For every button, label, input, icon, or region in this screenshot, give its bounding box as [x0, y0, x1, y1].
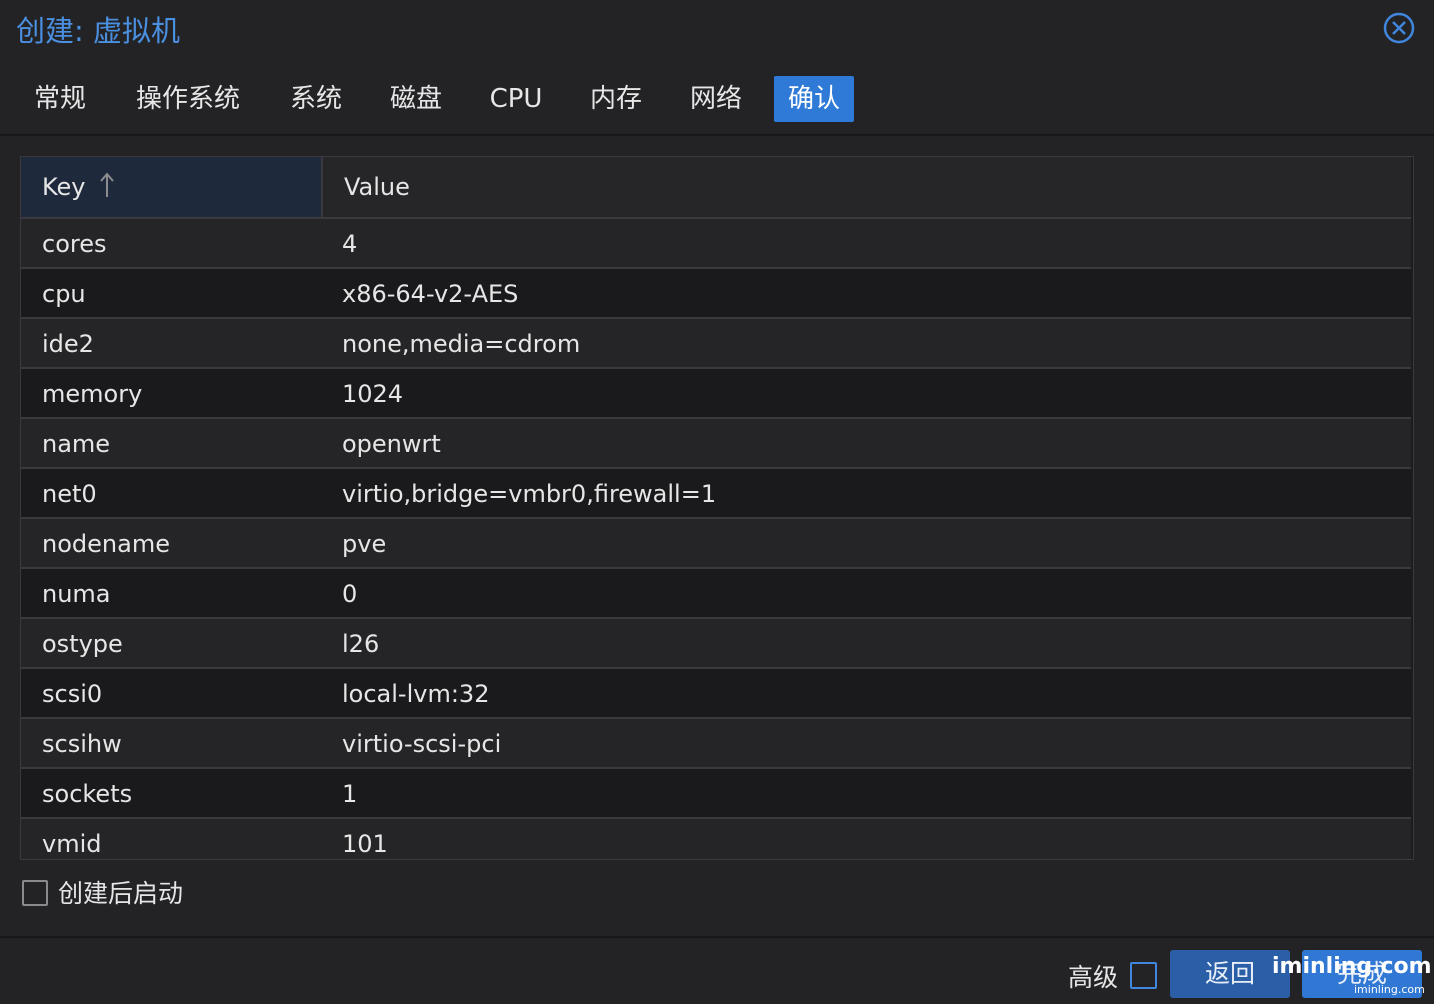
table-row[interactable]: cpu x86-64-v2-AES	[21, 269, 1411, 319]
row-key: name	[42, 430, 111, 458]
row-key: memory	[42, 380, 143, 408]
row-key: sockets	[42, 780, 133, 808]
table-row[interactable]: numa 0	[21, 569, 1411, 619]
advanced-label: 高级	[1068, 963, 1119, 992]
column-header-value-label: Value	[344, 173, 410, 201]
row-value: none,media=cdrom	[342, 330, 581, 358]
sort-ascending-icon	[100, 172, 114, 197]
row-key: nodename	[42, 530, 170, 558]
table-row[interactable]: memory 1024	[21, 369, 1411, 419]
grid-body: cores 4 cpu x86-64-v2-AES ide2 none,media=c…	[21, 219, 1411, 859]
start-after-create-checkbox[interactable]	[22, 880, 48, 906]
row-key: cores	[42, 230, 107, 258]
table-row[interactable]: ide2 none,media=cdrom	[21, 319, 1411, 369]
table-row[interactable]: net0 virtio,bridge=vmbr0,firewall=1	[21, 469, 1411, 519]
dialog-title: 创建: 虚拟机	[16, 14, 180, 48]
row-key: scsihw	[42, 730, 122, 758]
finish-button[interactable]: 完成	[1302, 950, 1422, 998]
row-key: ide2	[42, 330, 94, 358]
row-value: 101	[342, 830, 388, 858]
row-value: virtio-scsi-pci	[342, 730, 502, 758]
column-header-value[interactable]: Value	[321, 157, 1411, 217]
row-value: local-lvm:32	[342, 680, 490, 708]
row-value: 1	[342, 780, 358, 808]
row-key: vmid	[42, 830, 102, 858]
row-key: ostype	[42, 630, 123, 658]
table-row[interactable]: nodename pve	[21, 519, 1411, 569]
close-icon[interactable]	[1383, 12, 1415, 44]
column-header-key[interactable]: Key	[21, 157, 321, 217]
row-key: net0	[42, 480, 97, 508]
tab-cpu[interactable]: CPU	[474, 76, 558, 122]
row-value: x86-64-v2-AES	[342, 280, 519, 308]
footer-divider	[0, 936, 1434, 938]
summary-grid: Key Value cores 4 cpu x86-64-v2-AES ide2 no…	[20, 156, 1414, 860]
row-key: scsi0	[42, 680, 103, 708]
grid-header: Key Value	[21, 157, 1411, 219]
advanced-checkbox[interactable]	[1130, 962, 1157, 989]
row-value: 4	[342, 230, 358, 258]
row-key: numa	[42, 580, 111, 608]
table-row[interactable]: sockets 1	[21, 769, 1411, 819]
tab-general[interactable]: 常规	[18, 76, 102, 122]
table-row[interactable]: ostype l26	[21, 619, 1411, 669]
tab-os[interactable]: 操作系统	[122, 76, 254, 122]
table-row[interactable]: name openwrt	[21, 419, 1411, 469]
tab-network[interactable]: 网络	[674, 76, 758, 122]
row-value: pve	[342, 530, 387, 558]
tab-memory[interactable]: 内存	[574, 76, 658, 122]
tab-disks[interactable]: 磁盘	[374, 76, 458, 122]
tab-system[interactable]: 系统	[274, 76, 358, 122]
row-value: 0	[342, 580, 358, 608]
row-value: virtio,bridge=vmbr0,firewall=1	[342, 480, 717, 508]
tabs-divider	[0, 134, 1434, 136]
table-row[interactable]: vmid 101	[21, 819, 1411, 859]
row-key: cpu	[42, 280, 86, 308]
back-button[interactable]: 返回	[1170, 950, 1290, 998]
table-row[interactable]: scsi0 local-lvm:32	[21, 669, 1411, 719]
table-row[interactable]: scsihw virtio-scsi-pci	[21, 719, 1411, 769]
column-header-key-label: Key	[42, 173, 86, 201]
row-value: openwrt	[342, 430, 441, 458]
table-row[interactable]: cores 4	[21, 219, 1411, 269]
start-after-create-label: 创建后启动	[58, 879, 184, 908]
row-value: 1024	[342, 380, 404, 408]
tab-confirm[interactable]: 确认	[774, 76, 854, 122]
row-value: l26	[342, 630, 380, 658]
